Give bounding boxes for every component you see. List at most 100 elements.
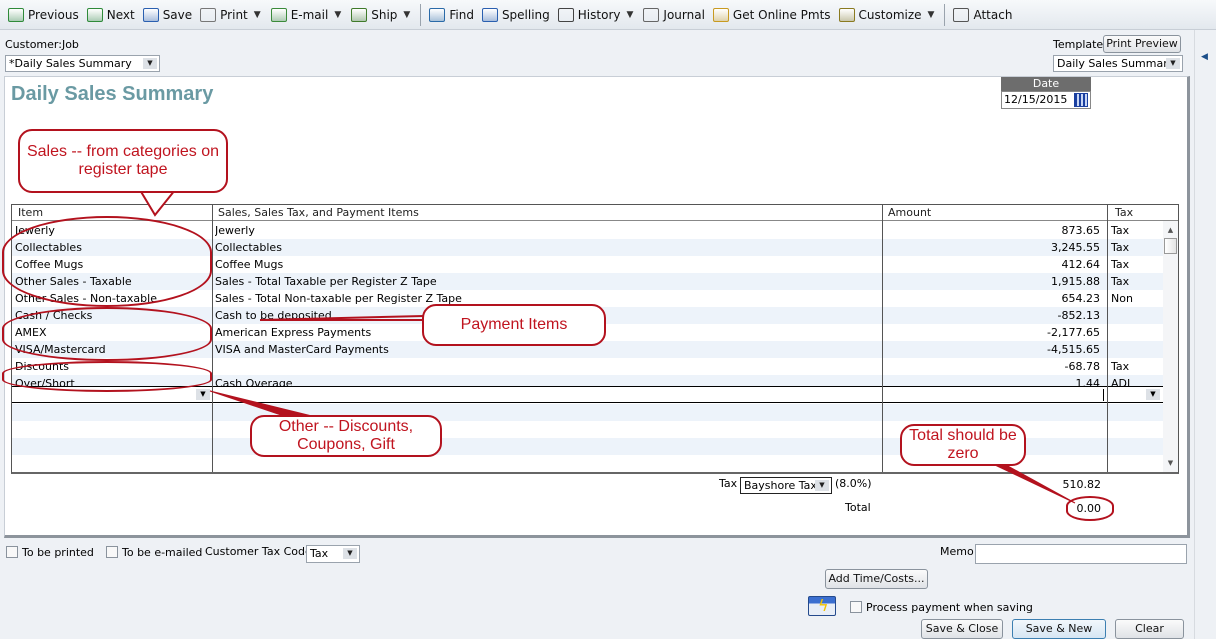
chevron-down-icon[interactable]: ▼ [1166,58,1180,69]
tax-code-cell[interactable]: Tax [1109,239,1159,256]
tax-code-cell[interactable] [1109,324,1159,341]
new-line-row[interactable]: ▼ ▼ [12,386,1164,403]
print-preview-button[interactable]: Print Preview [1103,35,1181,53]
total-highlight [1066,496,1114,521]
chevron-down-icon[interactable]: ▼ [928,10,935,20]
customer-tax-code-label: Customer Tax Code [205,545,312,558]
sales-items-highlight [2,216,212,307]
add-time-costs-button[interactable]: Add Time/Costs... [825,569,928,589]
amount-cell[interactable]: -4,515.65 [882,341,1104,358]
text-cursor [1103,389,1104,401]
scroll-up-icon[interactable]: ▲ [1163,223,1178,237]
payment-items-highlight [2,307,212,361]
toolbar-attach-button[interactable]: Attach [949,2,1016,28]
description-cell[interactable]: Collectables [215,239,880,256]
amount-cell[interactable]: -2,177.65 [882,324,1104,341]
date-input[interactable]: 12/15/2015 [1001,91,1091,109]
toolbar-previous-button[interactable]: Previous [4,2,83,28]
tax-code-cell[interactable]: Tax [1109,222,1159,239]
calendar-icon[interactable] [1074,93,1088,107]
toolbar-get-online-pmts-button[interactable]: Get Online Pmts [709,2,835,28]
tax-item-select[interactable]: Bayshore Tax ▼ [740,477,832,494]
description-cell[interactable]: Sales - Total Taxable per Register Z Tap… [215,273,880,290]
chevron-down-icon[interactable]: ▼ [403,10,410,20]
amount-cell[interactable]: 873.65 [882,222,1104,239]
toolbar-separator [420,3,422,26]
to-be-printed-checkbox[interactable] [6,546,18,558]
memo-input[interactable] [975,544,1187,564]
column-header-amount[interactable]: Amount [882,205,931,221]
tax-code-cell[interactable]: Tax [1109,273,1159,290]
description-cell[interactable]: Jewerly [215,222,880,239]
scroll-down-icon[interactable]: ▼ [1163,456,1178,470]
column-header-item[interactable]: Item [12,205,43,221]
amount-cell[interactable]: -852.13 [882,307,1104,324]
toolbar-journal-button[interactable]: Journal [639,2,709,28]
grid-scrollbar[interactable]: ▲ ▼ [1163,221,1178,472]
tax-label: Tax [719,477,738,490]
chevron-down-icon[interactable]: ▼ [626,10,633,20]
amount-cell[interactable]: 3,245.55 [882,239,1104,256]
toolbar-next-button[interactable]: Next [83,2,139,28]
find-icon [429,7,446,22]
toolbar-label: Next [106,7,135,22]
scroll-thumb[interactable] [1164,238,1177,254]
toolbar-history-button[interactable]: History [554,2,625,28]
toolbar-find-button[interactable]: Find [425,2,478,28]
date-field: Date 12/15/2015 [1001,77,1091,109]
toolbar-save-button[interactable]: Save [139,2,196,28]
process-payment-checkbox[interactable] [850,601,862,613]
tax-code-cell[interactable]: Tax [1109,358,1159,375]
toolbar-label: E-mail [290,7,329,22]
toolbar-e-mail-button[interactable]: E-mail [267,2,333,28]
tax-code-cell[interactable] [1109,307,1159,324]
toolbar-separator [944,3,946,26]
tax-code-cell[interactable]: Non [1109,290,1159,307]
empty-row[interactable] [12,404,1164,421]
tax-dropdown-arrow[interactable]: ▼ [1146,389,1160,400]
tax-item-value: Bayshore Tax [744,479,817,492]
tax-code-cell[interactable]: Tax [1109,256,1159,273]
chevron-down-icon[interactable]: ▼ [254,10,261,20]
toolbar-label: Previous [28,7,79,22]
chevron-down-icon[interactable]: ▼ [343,548,357,559]
toolbar-label: Save [162,7,193,22]
chevron-down-icon[interactable]: ▼ [815,480,829,491]
amount-cell[interactable]: 412.64 [882,256,1104,273]
to-be-emailed-label: To be e-mailed [122,546,203,559]
description-cell[interactable]: Coffee Mugs [215,256,880,273]
toolbar-print-button[interactable]: Print [196,2,252,28]
column-header-description[interactable]: Sales, Sales Tax, and Payment Items [212,205,419,221]
toolbar: Previous Next Save Print ▼ E-mail ▼ Ship ▼ Find Sp… [0,0,1216,30]
toolbar-spelling-button[interactable]: Spelling [478,2,554,28]
toolbar-label: History [577,7,621,22]
history-pane-strip[interactable]: ◀ [1194,30,1216,639]
toolbar-label: Print [220,7,248,22]
customer-tax-code-select[interactable]: Tax ▼ [306,545,360,563]
toolbar-ship-button[interactable]: Ship [347,2,401,28]
save-new-button[interactable]: Save & New [1012,619,1106,639]
attach-icon [953,7,970,22]
amount-cell[interactable]: 654.23 [882,290,1104,307]
template-select[interactable]: Daily Sales Summary ▼ [1053,55,1183,72]
description-cell[interactable] [215,358,880,375]
chevron-down-icon[interactable]: ▼ [334,10,341,20]
toolbar-label: Get Online Pmts [732,7,831,22]
to-be-emailed-checkbox[interactable] [106,546,118,558]
total-annotation: Total should be zero [900,424,1026,466]
chevron-down-icon[interactable]: ▼ [143,58,157,69]
customer-job-label: Customer:Job [5,38,79,51]
amount-cell[interactable]: 1,915.88 [882,273,1104,290]
amount-cell[interactable]: -68.78 [882,358,1104,375]
toolbar-customize-button[interactable]: Customize [835,2,926,28]
column-header-tax[interactable]: Tax [1109,205,1133,221]
template-value: Daily Sales Summary [1057,57,1175,70]
customer-job-select[interactable]: *Daily Sales Summary ▼ [5,55,160,72]
save-close-button[interactable]: Save & Close [921,619,1003,639]
customer-tax-code-value: Tax [310,547,329,560]
expand-pane-icon[interactable]: ◀ [1201,52,1208,62]
clear-button[interactable]: Clear [1115,619,1184,639]
sales-annotation: Sales -- from categories on register tap… [18,129,228,193]
item-dropdown-arrow[interactable]: ▼ [196,389,210,400]
tax-code-cell[interactable] [1109,341,1159,358]
